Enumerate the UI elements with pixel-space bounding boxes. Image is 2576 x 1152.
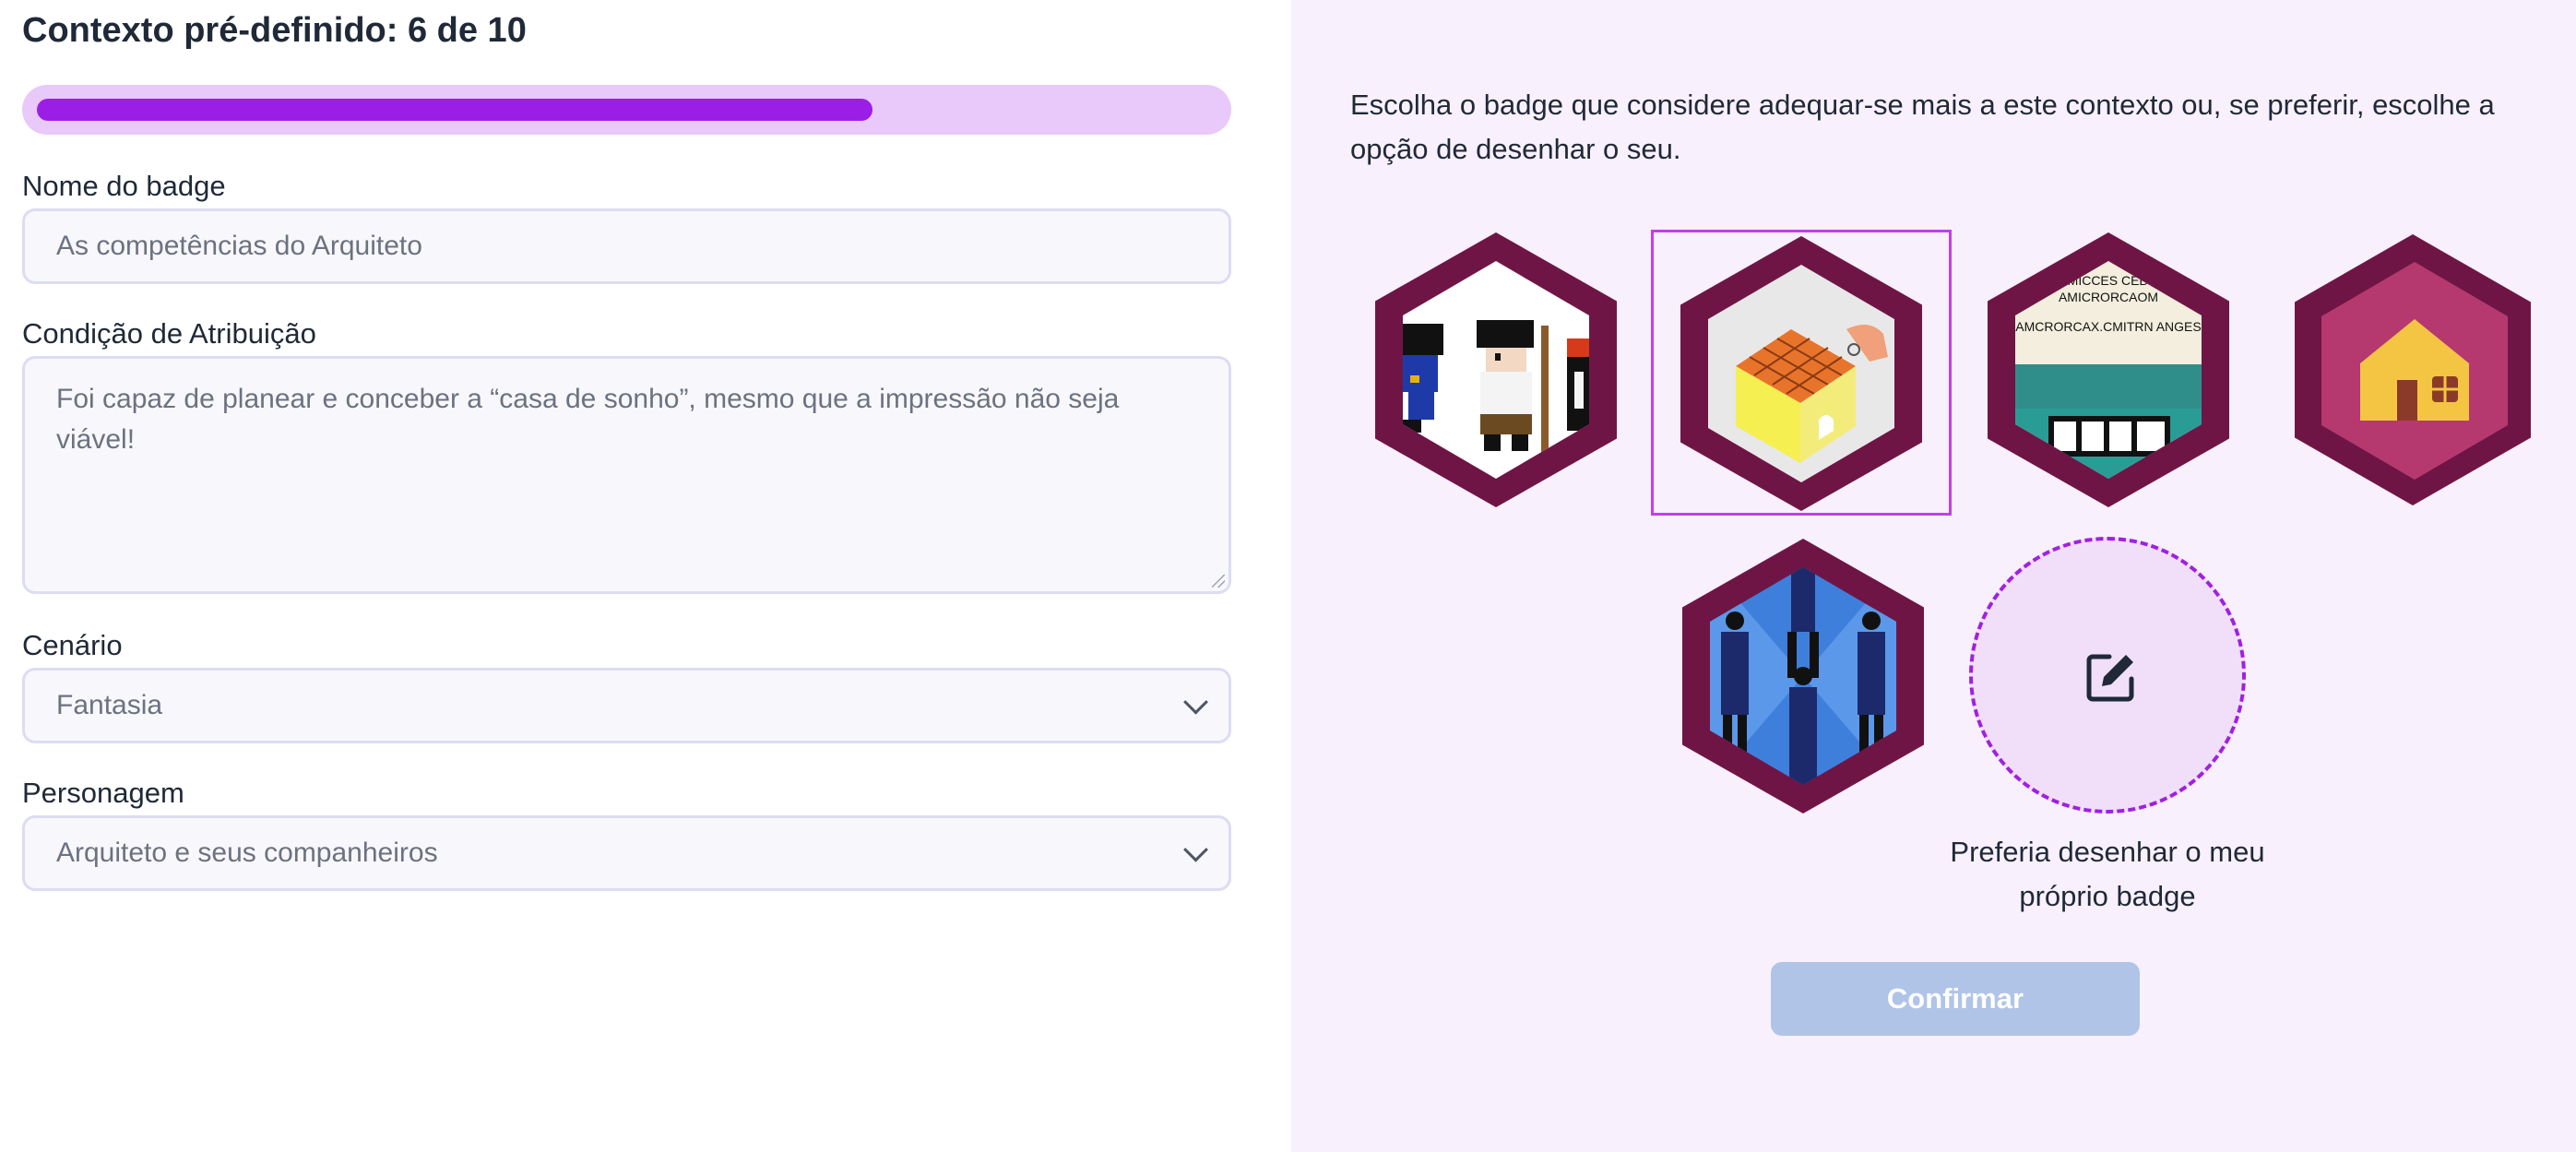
- scenario-select[interactable]: Fantasia: [22, 668, 1231, 743]
- badge-name-placeholder: As competências do Arquiteto: [56, 231, 422, 261]
- badge-option-business-figures[interactable]: [1674, 535, 1932, 817]
- form-panel: Contexto pré-definido: 6 de 10 Nome do b…: [0, 0, 1291, 1152]
- character-label: Personagem: [22, 777, 184, 809]
- sign-text-line3: AMCRORCAX.CMITRN ANGES: [2015, 319, 2201, 334]
- edit-icon: [2083, 649, 2139, 705]
- condition-label: Condição de Atribuição: [22, 317, 316, 350]
- character-select[interactable]: Arquiteto e seus companheiros: [22, 815, 1231, 891]
- draw-own-badge-option[interactable]: [1969, 537, 2246, 814]
- draw-own-badge-label: Preferia desenhar o meu próprio badge: [1950, 836, 2265, 912]
- progress-bar: [22, 85, 1231, 135]
- condition-textarea[interactable]: Foi capaz de planear e conceber a “casa …: [22, 356, 1231, 594]
- instructions-text: Escolha o badge que considere adequar-se…: [1350, 89, 2495, 165]
- resize-handle-icon[interactable]: [1212, 575, 1225, 588]
- chevron-down-icon: [1183, 837, 1208, 862]
- scenario-label: Cenário: [22, 629, 123, 661]
- progress-fill: [37, 99, 873, 121]
- condition-placeholder: Foi capaz de planear e conceber a “casa …: [56, 384, 1120, 455]
- scenario-value: Fantasia: [56, 690, 163, 720]
- page-title: Contexto pré-definido: 6 de 10: [22, 11, 527, 50]
- badge-option-house[interactable]: [2286, 231, 2545, 513]
- sign-text-line2: AMICRORCAOM: [2059, 290, 2158, 304]
- badge-option-sign-building[interactable]: AMICCES CEBG AMICRORCAOM AMCRORCAX.CMITR…: [1979, 229, 2238, 511]
- chevron-down-icon: [1183, 689, 1208, 715]
- badge-name-input[interactable]: As competências do Arquiteto: [22, 208, 1231, 284]
- character-value: Arquiteto e seus companheiros: [56, 837, 438, 868]
- badge-option-pixel-characters[interactable]: [1367, 229, 1625, 511]
- badge-option-building-blocks[interactable]: [1651, 230, 1952, 516]
- confirm-button[interactable]: Confirmar: [1771, 962, 2140, 1036]
- badge-name-label: Nome do badge: [22, 170, 226, 202]
